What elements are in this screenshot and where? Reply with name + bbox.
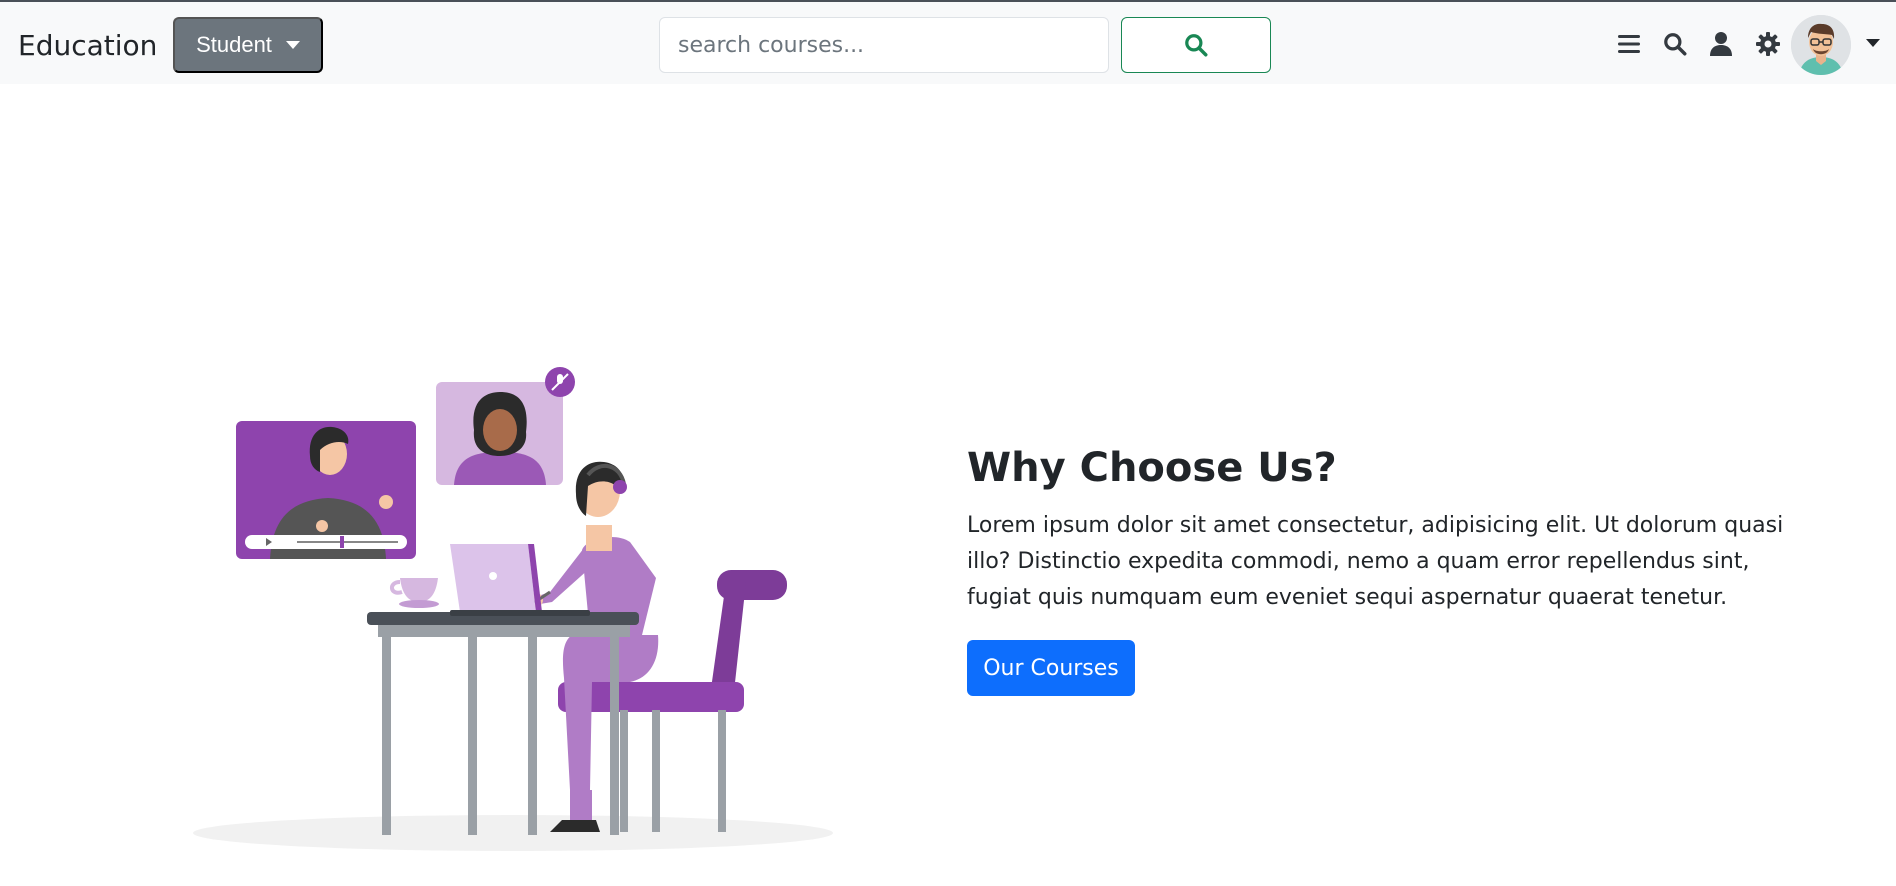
role-dropdown-label: Student: [196, 32, 272, 57]
our-courses-button[interactable]: Our Courses: [967, 640, 1135, 696]
floor-shadow: [193, 815, 833, 851]
search-submit-button[interactable]: [1121, 17, 1271, 73]
hamburger-menu-icon[interactable]: [1613, 28, 1645, 60]
brand-title[interactable]: Education: [18, 29, 157, 62]
coffee-cup: [390, 578, 439, 608]
hero-illustration: [190, 360, 840, 855]
search-icon: [1185, 34, 1208, 57]
gear-icon[interactable]: [1752, 28, 1784, 60]
video-call-card-participant: [436, 367, 575, 485]
caret-down-icon: [285, 41, 300, 49]
person-at-desk: [519, 461, 659, 832]
section-description: Lorem ipsum dolor sit amet consectetur, …: [967, 513, 1784, 610]
video-call-card-presenter: [236, 421, 416, 559]
why-choose-us-section: Why Choose Us? Lorem ipsum dolor sit ame…: [967, 444, 1787, 696]
search-input[interactable]: [659, 17, 1109, 73]
search-icon[interactable]: [1659, 28, 1691, 60]
user-icon[interactable]: [1705, 28, 1737, 60]
section-heading: Why Choose Us?: [967, 445, 1337, 491]
user-avatar[interactable]: [1791, 15, 1851, 75]
role-dropdown-button[interactable]: Student: [173, 17, 323, 73]
top-navbar: Education Student: [0, 0, 1896, 84]
chevron-down-icon[interactable]: [1866, 39, 1880, 47]
